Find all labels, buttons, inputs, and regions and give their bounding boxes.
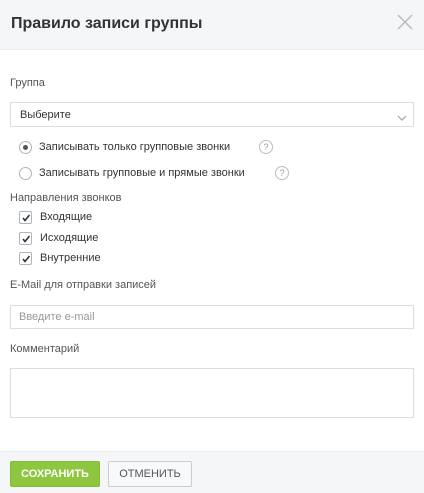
group-label: Группа	[10, 77, 45, 89]
checkbox-incoming[interactable]: Входящие	[19, 210, 119, 225]
radio-group-calls-only[interactable]: Записывать только групповые звонки ?	[19, 140, 279, 156]
help-icon[interactable]: ?	[275, 166, 289, 180]
radio-label: Записывать групповые и прямые звонки	[39, 167, 245, 179]
radio-button[interactable]	[19, 167, 32, 180]
radio-group-and-direct-calls[interactable]: Записывать групповые и прямые звонки ?	[19, 166, 294, 182]
directions-label: Направления звонков	[10, 192, 122, 204]
group-select-value: Выберите	[20, 109, 71, 121]
dialog-footer: СОХРАНИТЬ ОТМЕНИТЬ	[0, 451, 424, 493]
dialog-title: Правило записи группы	[11, 15, 203, 32]
checkmark-icon	[22, 235, 31, 243]
email-label: E-Mail для отправки записей	[10, 279, 157, 291]
comment-label: Комментарий	[10, 343, 80, 355]
checkbox-outgoing[interactable]: Исходящие	[19, 231, 119, 246]
checkbox-internal[interactable]: Внутренние	[19, 251, 119, 266]
checkbox[interactable]	[19, 252, 32, 265]
chevron-down-icon	[397, 110, 407, 121]
close-icon[interactable]	[396, 13, 414, 31]
checkbox-label: Внутренние	[40, 252, 101, 264]
comment-field[interactable]	[10, 368, 414, 418]
checkbox[interactable]	[19, 232, 32, 245]
save-button[interactable]: СОХРАНИТЬ	[10, 461, 100, 487]
cancel-button[interactable]: ОТМЕНИТЬ	[108, 461, 192, 487]
radio-button[interactable]	[19, 141, 32, 154]
checkbox-label: Исходящие	[40, 232, 99, 244]
dialog-header: Правило записи группы	[0, 0, 424, 50]
group-select[interactable]: Выберите	[10, 102, 414, 127]
checkbox-label: Входящие	[40, 211, 93, 223]
email-field[interactable]	[10, 305, 414, 329]
checkmark-icon	[22, 255, 31, 263]
checkmark-icon	[22, 214, 31, 222]
radio-label: Записывать только групповые звонки	[39, 141, 231, 153]
checkbox[interactable]	[19, 211, 32, 224]
help-icon[interactable]: ?	[259, 140, 273, 154]
